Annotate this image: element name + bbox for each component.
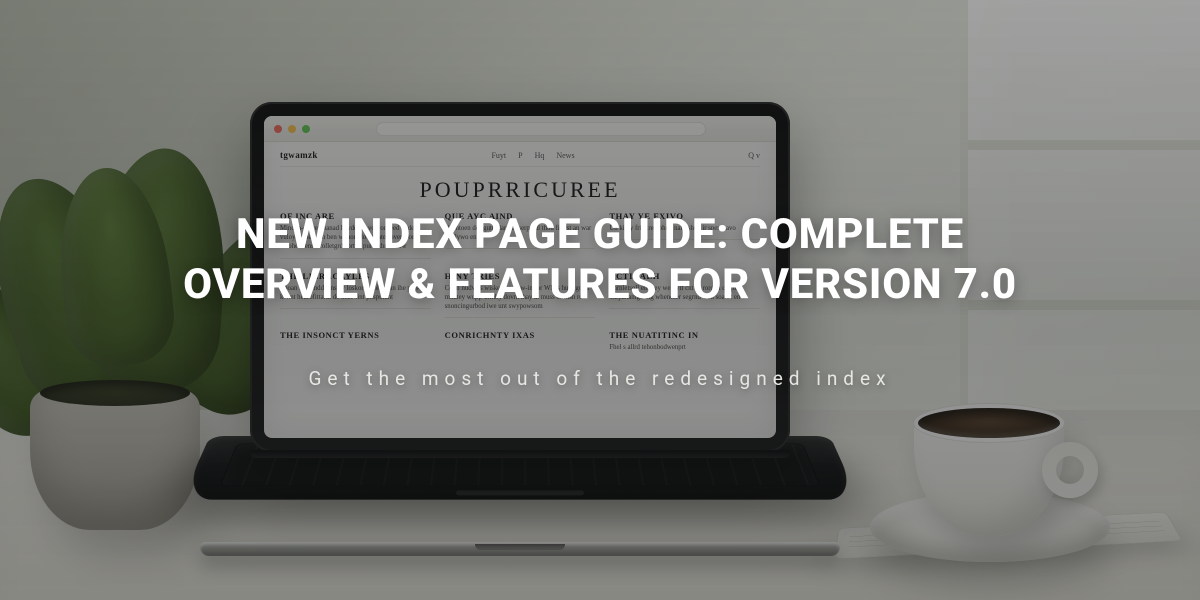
hero-subtitle: Get the most out of the redesigned index: [308, 367, 891, 390]
hero-overlay: NEW INDEX PAGE GUIDE: COMPLETE OVERVIEW …: [0, 0, 1200, 600]
hero-banner: tgwamzk Fuyt P Hq News Q v POUPRRICUREE …: [0, 0, 1200, 600]
hero-title: NEW INDEX PAGE GUIDE: COMPLETE OVERVIEW …: [160, 210, 1040, 309]
